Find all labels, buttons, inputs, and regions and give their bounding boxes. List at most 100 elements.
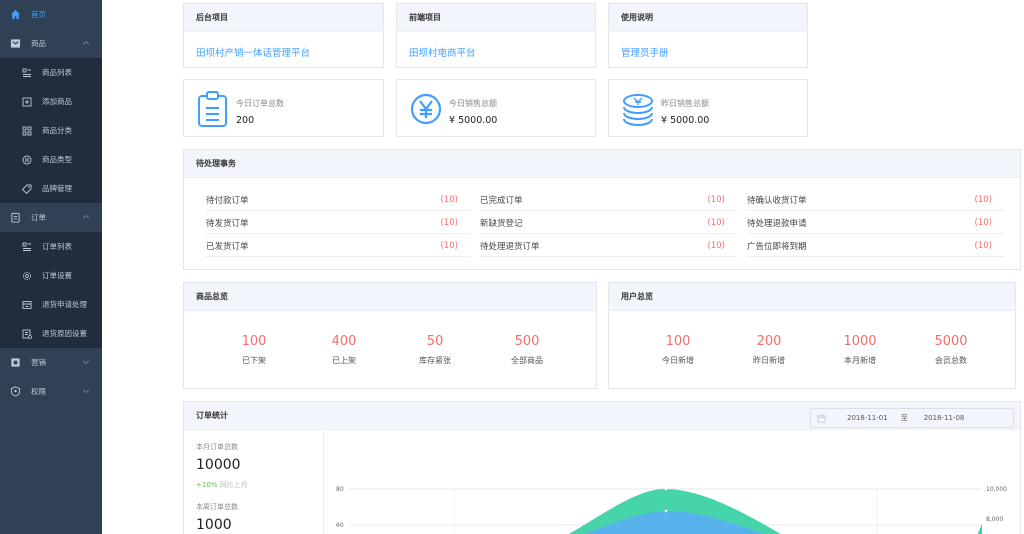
sidebar-item-goods-category[interactable]: 商品分类 xyxy=(0,116,102,145)
sidebar-item-marketing[interactable]: 营销 xyxy=(0,348,102,377)
user-overview-card: 用户总览 100 今日新增 200 昨日新增 1000 本月新增 5000 会员总数 xyxy=(608,282,1016,389)
card-title: 用户总览 xyxy=(609,283,1015,311)
project-link[interactable]: 田坝村产销一体话管理平台 xyxy=(196,45,310,59)
goods-icon xyxy=(9,38,21,50)
date-range-picker[interactable]: 2018-11-01 至 2018-11-08 xyxy=(810,408,1014,428)
submenu-goods: 商品列表 添加商品 商品分类 商品类型 品牌管理 xyxy=(0,58,102,203)
y-right-tick: 8,000 xyxy=(986,516,1003,523)
date-from[interactable]: 2018-11-01 xyxy=(847,414,888,422)
sidebar-item-brand[interactable]: 品牌管理 xyxy=(0,174,102,203)
reason-icon xyxy=(21,328,33,340)
return-icon xyxy=(21,299,33,311)
sidebar-item-label: 商品分类 xyxy=(42,126,72,135)
list-icon xyxy=(21,241,33,253)
goods-overview-card: 商品总览 100 已下架 400 已上架 50 库存紧张 500 全部商品 xyxy=(183,282,597,389)
sidebar-item-order-list[interactable]: 订单列表 xyxy=(0,232,102,261)
stat-card-today-sales: 今日销售总额 ¥ 5000.00 xyxy=(396,79,596,137)
shield-icon xyxy=(9,386,21,398)
marketing-icon xyxy=(9,357,21,369)
pending-item[interactable]: 已发货订单 (10) xyxy=(206,235,470,257)
project-card-backend: 后台项目 田坝村产销一体话管理平台 xyxy=(183,3,384,68)
stat-value: 200 xyxy=(236,115,255,126)
overview-stat: 50 库存紧张 xyxy=(419,334,451,365)
chevron-up-icon xyxy=(82,40,90,45)
card-title: 商品总览 xyxy=(184,283,596,311)
stat-value: ¥ 5000.00 xyxy=(449,115,498,126)
data-point xyxy=(664,509,668,513)
sidebar-item-label: 权限 xyxy=(31,387,46,396)
sidebar-item-add-goods[interactable]: 添加商品 xyxy=(0,87,102,116)
type-icon xyxy=(21,154,33,166)
overview-stat: 5000 会员总数 xyxy=(934,334,968,365)
month-change: +10% 同比上月 xyxy=(196,481,248,489)
pending-item[interactable]: 新缺货登记 (10) xyxy=(480,212,737,234)
overview-stat: 1000 本月新增 xyxy=(843,334,877,365)
sidebar-item-label: 商品 xyxy=(31,39,46,48)
sidebar-item-label: 首页 xyxy=(31,10,46,19)
calendar-icon xyxy=(817,414,826,423)
month-orders-label: 本月订单总数 xyxy=(196,443,238,451)
month-orders-value: 10000 xyxy=(196,457,241,473)
home-icon xyxy=(9,9,21,21)
overview-stat: 100 今日新增 xyxy=(662,334,694,365)
date-to[interactable]: 2018-11-08 xyxy=(924,414,965,422)
coins-icon xyxy=(623,94,653,127)
sidebar-item-return-reason[interactable]: 退货原因设置 xyxy=(0,319,102,348)
sidebar-item-return-apply[interactable]: 退货申请处理 xyxy=(0,290,102,319)
sidebar-item-label: 添加商品 xyxy=(42,97,72,106)
sidebar: 首页 商品 商品列表 添加商品 商品分类 商品类型 品牌管理 订单 订单列表 订… xyxy=(0,0,102,534)
pending-item[interactable]: 待确认收货订单 (10) xyxy=(747,189,1004,211)
card-title: 后台项目 xyxy=(184,4,383,32)
sidebar-item-label: 退货申请处理 xyxy=(42,300,87,309)
overview-stat: 400 已上架 xyxy=(331,334,357,365)
stat-card-today-orders: 今日订单总数 200 xyxy=(183,79,384,137)
chevron-down-icon xyxy=(82,360,90,365)
sidebar-item-goods-type[interactable]: 商品类型 xyxy=(0,145,102,174)
week-orders-value: 1000 xyxy=(196,517,232,533)
sidebar-item-label: 退货原因设置 xyxy=(42,329,87,338)
pending-tasks-card: 待处理事务 待付款订单 (10) 待发货订单 (10) 已发货订单 (10) 已完成订… xyxy=(183,149,1021,270)
date-separator: 至 xyxy=(900,414,908,422)
sidebar-item-order[interactable]: 订单 xyxy=(0,203,102,232)
area-series-edge xyxy=(977,524,982,534)
stat-card-yesterday-sales: 昨日销售总额 ¥ 5000.00 xyxy=(608,79,808,137)
sidebar-item-label: 品牌管理 xyxy=(42,184,72,193)
pending-item[interactable]: 广告位即将到期 (10) xyxy=(747,235,1004,257)
project-card-manual: 使用说明 管理员手册 xyxy=(608,3,808,68)
submenu-order: 订单列表 订单设置 退货申请处理 退货原因设置 xyxy=(0,232,102,348)
sidebar-item-label: 商品列表 xyxy=(42,68,72,77)
project-link[interactable]: 田坝村电商平台 xyxy=(409,45,476,59)
order-doc-icon xyxy=(198,91,227,127)
pending-item[interactable]: 待处理退货订单 (10) xyxy=(480,235,737,257)
y-left-tick: 60 xyxy=(336,522,344,529)
pending-item[interactable]: 待发货订单 (10) xyxy=(206,212,470,234)
stat-label: 昨日销售总额 xyxy=(661,99,709,108)
data-point xyxy=(664,487,668,491)
sidebar-item-permission[interactable]: 权限 xyxy=(0,377,102,406)
project-link[interactable]: 管理员手册 xyxy=(621,45,669,59)
card-title: 使用说明 xyxy=(609,4,807,32)
yen-icon xyxy=(410,93,442,125)
stat-label: 今日销售总额 xyxy=(449,99,497,108)
week-orders-label: 本周订单总数 xyxy=(196,503,238,511)
sidebar-item-label: 订单 xyxy=(31,213,46,222)
sidebar-item-goods[interactable]: 商品 xyxy=(0,29,102,58)
sidebar-item-home[interactable]: 首页 xyxy=(0,0,102,29)
order-trend-chart: 80 60 10,000 8,000 xyxy=(336,486,1007,534)
overview-stat: 500 全部商品 xyxy=(511,334,543,365)
chevron-up-icon xyxy=(82,214,90,219)
sidebar-item-order-settings[interactable]: 订单设置 xyxy=(0,261,102,290)
stat-label: 今日订单总数 xyxy=(236,99,284,108)
pending-item[interactable]: 已完成订单 (10) xyxy=(480,189,737,211)
grid-icon xyxy=(21,125,33,137)
pending-item[interactable]: 待处理退款申请 (10) xyxy=(747,212,1004,234)
chevron-down-icon xyxy=(82,389,90,394)
sidebar-item-label: 商品类型 xyxy=(42,155,72,164)
stat-value: ¥ 5000.00 xyxy=(661,115,710,126)
order-icon xyxy=(9,212,21,224)
sidebar-item-goods-list[interactable]: 商品列表 xyxy=(0,58,102,87)
project-card-frontend: 前端项目 田坝村电商平台 xyxy=(396,3,596,68)
pending-item[interactable]: 待付款订单 (10) xyxy=(206,189,470,211)
sidebar-item-label: 订单列表 xyxy=(42,242,72,251)
y-right-tick: 10,000 xyxy=(986,486,1007,493)
